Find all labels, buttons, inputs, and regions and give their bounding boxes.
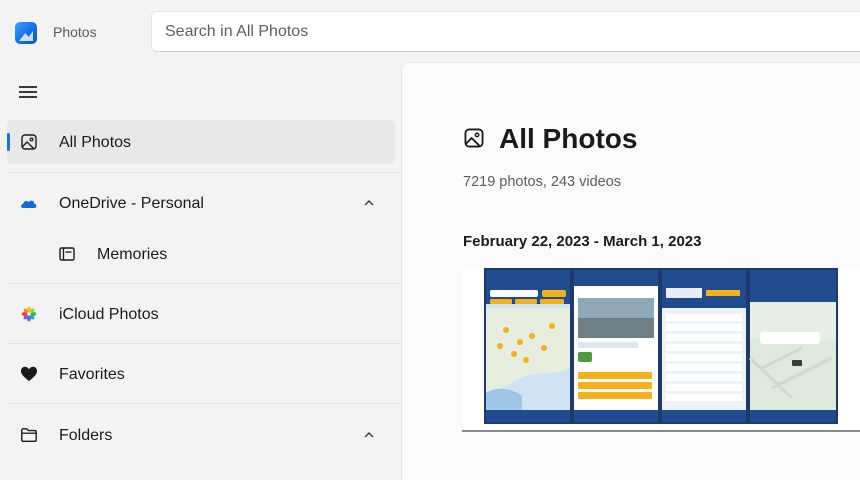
media-count: 7219 photos, 243 videos (463, 174, 622, 190)
date-group-heading: February 22, 2023 - March 1, 2023 (463, 233, 702, 250)
onedrive-cloud-icon (21, 200, 37, 208)
photos-app-logo-icon (15, 22, 37, 44)
heart-icon (21, 366, 37, 381)
page-title: All Photos (499, 123, 638, 154)
sidebar-item-icloud-photos[interactable]: iCloud Photos (7, 292, 395, 336)
chevron-up-icon[interactable] (362, 428, 376, 442)
title-bar: Photos (0, 0, 860, 62)
sidebar-item-label: Favorites (59, 366, 125, 383)
photo-thumbnail[interactable] (462, 268, 860, 430)
memories-icon (59, 247, 75, 261)
divider (8, 403, 400, 404)
photo-row-divider (462, 430, 860, 432)
selection-indicator (7, 133, 10, 151)
sidebar-item-memories[interactable]: Memories (7, 232, 395, 276)
sidebar-item-favorites[interactable]: Favorites (7, 352, 395, 396)
sidebar-item-label: Folders (59, 427, 113, 444)
sidebar-item-onedrive[interactable]: OneDrive - Personal (7, 181, 395, 225)
hamburger-menu-icon[interactable] (19, 84, 39, 100)
search-box[interactable] (151, 11, 860, 52)
divider (8, 343, 400, 344)
sidebar-item-label: All Photos (59, 134, 132, 151)
folder-icon (21, 428, 37, 442)
main-panel: All Photos 7219 photos, 243 videos Febru… (401, 62, 860, 480)
divider (8, 172, 400, 173)
photo-icon (21, 134, 37, 150)
sidebar-item-label: Memories (97, 246, 168, 263)
sidebar-item-folders[interactable]: Folders (7, 413, 395, 457)
chevron-up-icon[interactable] (362, 196, 376, 210)
sidebar: All Photos OneDrive - Personal Memories (0, 62, 401, 480)
photo-icon (464, 128, 484, 148)
sidebar-item-label: iCloud Photos (59, 306, 159, 323)
divider (8, 283, 400, 284)
search-input[interactable] (152, 12, 860, 51)
icloud-photos-icon (21, 306, 37, 322)
app-title: Photos (53, 24, 97, 40)
sidebar-item-all-photos[interactable]: All Photos (7, 120, 395, 164)
sidebar-item-label: OneDrive - Personal (59, 195, 204, 212)
app-screenshots-image (462, 268, 860, 430)
